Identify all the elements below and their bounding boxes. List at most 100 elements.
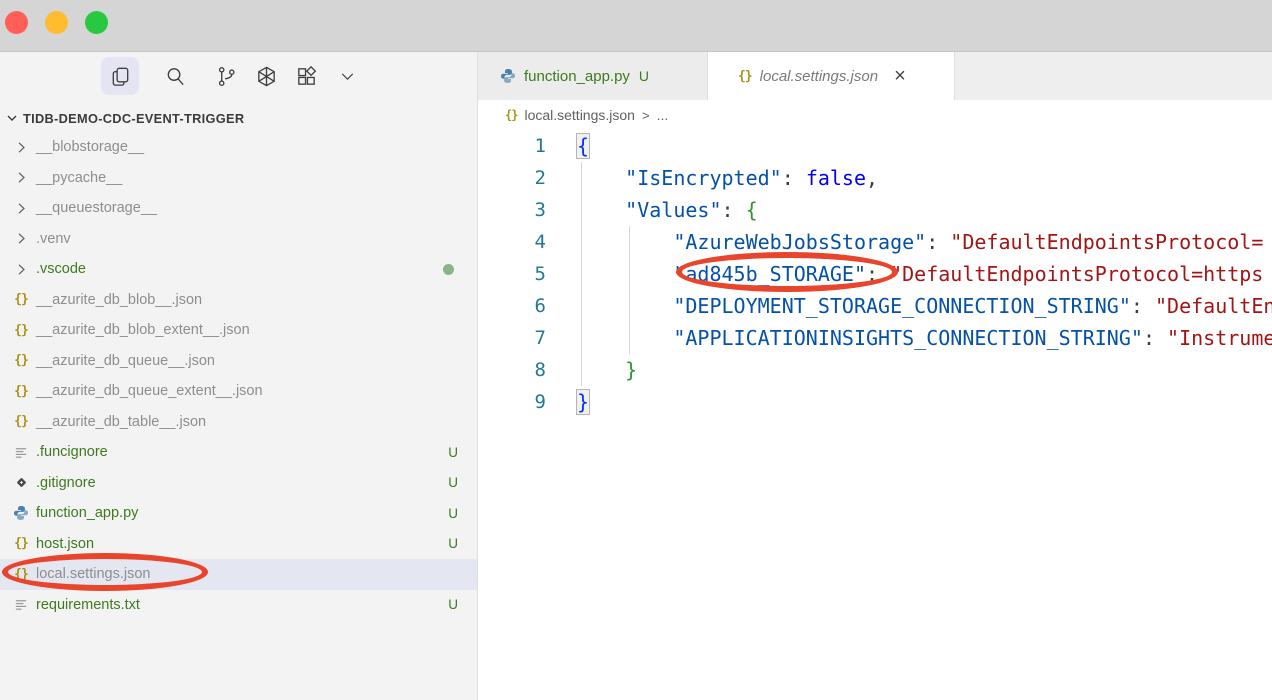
code-line-text: "DEPLOYMENT_STORAGE_CONNECTION_STRING": … <box>577 290 1272 322</box>
file-name: __azurite_db_queue_extent__.json <box>36 383 263 399</box>
code-line-text: "IsEncrypted": false, <box>577 162 878 194</box>
code-line-text: } <box>577 354 637 386</box>
chevron-right-icon <box>8 140 34 155</box>
line-number: 8 <box>478 354 546 386</box>
file-name: host.json <box>36 536 94 552</box>
search-icon[interactable] <box>156 57 194 95</box>
file-name: .vscode <box>36 261 86 277</box>
code-line-5[interactable]: 5 "ad845b_STORAGE": "DefaultEndpointsPro… <box>478 258 1272 290</box>
code-line-6[interactable]: 6 "DEPLOYMENT_STORAGE_CONNECTION_STRING"… <box>478 290 1272 322</box>
close-button[interactable] <box>5 11 28 34</box>
code-line-text: { <box>577 130 589 162</box>
untracked-badge: U <box>448 475 458 490</box>
chevron-right-icon <box>8 231 34 246</box>
line-number: 5 <box>478 258 546 290</box>
file-name: __blobstorage__ <box>36 139 144 155</box>
json-icon: {} <box>8 536 34 551</box>
file-name: .venv <box>36 231 71 247</box>
line-number: 4 <box>478 226 546 258</box>
json-icon: {} <box>505 108 517 122</box>
breadcrumb-more[interactable]: ... <box>657 107 669 123</box>
sidebar-item-requirements-txt[interactable]: requirements.txt U <box>0 590 478 621</box>
python-icon <box>8 505 34 521</box>
sidebar-item-azurite-db-queue-json[interactable]: {}__azurite_db_queue__.json <box>0 346 478 377</box>
sidebar-item-azurite-db-queue-extent-json[interactable]: {}__azurite_db_queue_extent__.json <box>0 376 478 407</box>
line-number: 2 <box>478 162 546 194</box>
line-number: 6 <box>478 290 546 322</box>
file-name: __azurite_db_queue__.json <box>36 353 215 369</box>
tab-label: local.settings.json <box>760 68 878 85</box>
tab-function-app-py[interactable]: function_app.py U <box>478 52 708 100</box>
file-name: __pycache__ <box>36 170 122 186</box>
sidebar-item-local-settings-json[interactable]: {}local.settings.json <box>0 559 478 590</box>
code-line-text: "APPLICATIONINSIGHTS_CONNECTION_STRING":… <box>577 322 1272 354</box>
code-line-2[interactable]: 2 "IsEncrypted": false, <box>478 162 1272 194</box>
file-name: function_app.py <box>36 505 138 521</box>
line-number: 7 <box>478 322 546 354</box>
explorer-root-header[interactable]: TIDB-DEMO-CDC-EVENT-TRIGGER <box>0 104 478 132</box>
code-line-7[interactable]: 7 "APPLICATIONINSIGHTS_CONNECTION_STRING… <box>478 322 1272 354</box>
file-name: .funcignore <box>36 444 108 460</box>
code-line-1[interactable]: 1{ <box>478 130 1272 162</box>
breadcrumb-file[interactable]: local.settings.json <box>524 107 635 123</box>
zoom-button[interactable] <box>85 11 108 34</box>
code-line-text: } <box>577 386 589 418</box>
code-editor[interactable]: 1{2 "IsEncrypted": false,3 "Values": {4 … <box>478 130 1272 700</box>
chevron-right-icon <box>8 170 34 185</box>
text-file-icon <box>8 445 34 460</box>
code-line-3[interactable]: 3 "Values": { <box>478 194 1272 226</box>
minimize-button[interactable] <box>45 11 68 34</box>
code-line-4[interactable]: 4 "AzureWebJobsStorage": "DefaultEndpoin… <box>478 226 1272 258</box>
untracked-badge: U <box>448 506 458 521</box>
file-name: .gitignore <box>36 475 96 491</box>
line-number: 1 <box>478 130 546 162</box>
file-name: __azurite_db_blob_extent__.json <box>36 322 250 338</box>
line-number: 3 <box>478 194 546 226</box>
file-name: local.settings.json <box>36 566 150 582</box>
sidebar-item-vscode[interactable]: .vscode <box>0 254 478 285</box>
sidebar-item-gitignore[interactable]: .gitignore U <box>0 468 478 499</box>
breadcrumb-separator: > <box>642 108 650 123</box>
sidebar-item-queuestorage[interactable]: __queuestorage__ <box>0 193 478 224</box>
chevron-right-icon <box>8 201 34 216</box>
sidebar-item-azurite-db-blob-extent-json[interactable]: {}__azurite_db_blob_extent__.json <box>0 315 478 346</box>
file-name: requirements.txt <box>36 597 140 613</box>
sidebar-item-function-app-py[interactable]: function_app.py U <box>0 498 478 529</box>
untracked-badge: U <box>639 68 649 84</box>
file-name: __azurite_db_blob__.json <box>36 292 202 308</box>
git-file-icon <box>8 475 34 490</box>
json-icon: {} <box>8 567 34 582</box>
cube-icon[interactable] <box>247 57 285 95</box>
untracked-badge: U <box>448 536 458 551</box>
sidebar-item-pycache[interactable]: __pycache__ <box>0 163 478 194</box>
code-line-text: "Values": { <box>577 194 758 226</box>
file-name: __azurite_db_table__.json <box>36 414 206 430</box>
code-line-text: "ad845b_STORAGE": "DefaultEndpointsProto… <box>577 258 1263 290</box>
extensions-icon[interactable] <box>287 57 325 95</box>
json-icon: {} <box>8 353 34 368</box>
explorer-sidebar: TIDB-DEMO-CDC-EVENT-TRIGGER __blobstorag… <box>0 52 478 700</box>
sidebar-item-venv[interactable]: .venv <box>0 224 478 255</box>
sidebar-item-azurite-db-table-json[interactable]: {}__azurite_db_table__.json <box>0 407 478 438</box>
close-tab-icon[interactable]: × <box>894 66 906 86</box>
sidebar-item-host-json[interactable]: {}host.json U <box>0 529 478 560</box>
code-line-8[interactable]: 8 } <box>478 354 1272 386</box>
file-name: __queuestorage__ <box>36 200 157 216</box>
json-icon: {} <box>8 292 34 307</box>
sidebar-item-blobstorage[interactable]: __blobstorage__ <box>0 132 478 163</box>
source-control-icon[interactable] <box>207 57 245 95</box>
untracked-badge: U <box>448 597 458 612</box>
sidebar-item-funcignore[interactable]: .funcignoreU <box>0 437 478 468</box>
files-icon[interactable] <box>101 57 139 95</box>
json-icon: {} <box>8 414 34 429</box>
sidebar-item-azurite-db-blob-json[interactable]: {}__azurite_db_blob__.json <box>0 285 478 316</box>
tab-label: function_app.py <box>524 68 630 85</box>
chevron-down-icon[interactable] <box>328 57 366 95</box>
python-icon <box>500 68 516 84</box>
tab-local-settings-json[interactable]: {} local.settings.json × <box>708 52 955 100</box>
code-line-9[interactable]: 9} <box>478 386 1272 418</box>
tab-bar: function_app.py U {} local.settings.json… <box>478 52 1272 100</box>
code-line-text: "AzureWebJobsStorage": "DefaultEndpoints… <box>577 226 1263 258</box>
line-number: 9 <box>478 386 546 418</box>
json-icon: {} <box>738 69 752 84</box>
